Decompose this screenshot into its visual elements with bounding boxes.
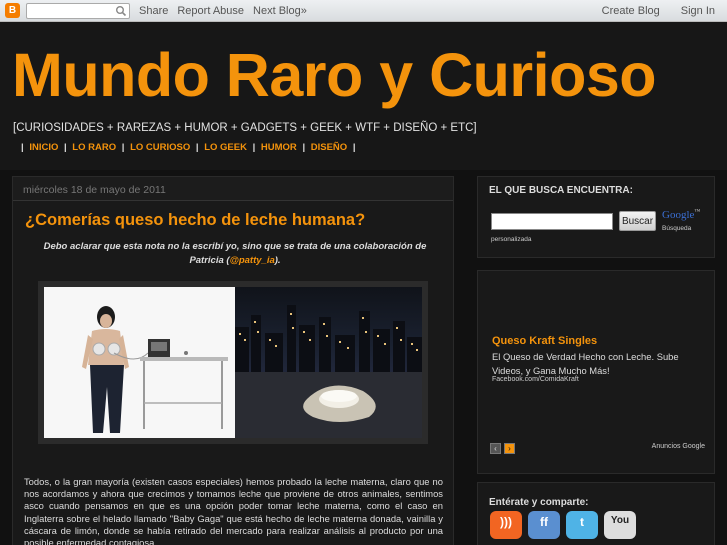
rss-icon[interactable]: ))) — [490, 511, 522, 539]
blogger-navbar: B Share Report Abuse Next Blog» Create B… — [0, 0, 727, 22]
main-post-column: miércoles 18 de mayo de 2011 ¿Comerías q… — [12, 176, 454, 545]
search-button[interactable]: Buscar — [619, 211, 656, 231]
nav-link-lo-curioso[interactable]: LO CURIOSO — [130, 142, 190, 153]
nav-separator: | — [63, 142, 67, 153]
woman-pumping-photo — [44, 287, 235, 438]
navbar-share-link[interactable]: Share — [139, 5, 168, 17]
search-widget-title: EL QUE BUSCA ENCUENTRA: — [489, 185, 633, 196]
nav-separator: | — [302, 142, 306, 153]
post-body-text: Todos, o la gran mayoría (existen casos … — [24, 476, 443, 545]
post-intro: Debo aclarar que esta nota no la escribí… — [35, 240, 435, 268]
nav-link-inicio[interactable]: INICIO — [29, 142, 58, 153]
search-icon[interactable] — [115, 5, 127, 17]
google-logo: Google™ — [662, 209, 701, 221]
ad-description[interactable]: El Queso de Verdad Hecho con Leche. Sube… — [492, 350, 692, 378]
author-handle-link[interactable]: @patty_ia — [230, 255, 275, 266]
navbar-report-abuse-link[interactable]: Report Abuse — [177, 5, 244, 17]
youtube-icon[interactable]: You — [604, 511, 636, 539]
blog-title[interactable]: Mundo Raro y Curioso — [12, 40, 657, 110]
ad-next-button[interactable]: › — [504, 443, 515, 454]
top-navigation: | INICIO | LO RARO | LO CURIOSO | LO GEE… — [18, 142, 359, 153]
twitter-icon[interactable]: t — [566, 511, 598, 539]
ad-widget: Queso Kraft Singles El Queso de Verdad H… — [477, 270, 715, 474]
post-image[interactable] — [38, 281, 428, 444]
post-title[interactable]: ¿Comerías queso hecho de leche humana? — [25, 211, 365, 230]
blogger-logo-icon[interactable]: B — [5, 3, 20, 18]
blog-header: Mundo Raro y Curioso [CURIOSIDADES + RAR… — [0, 22, 727, 170]
nav-separator: | — [252, 142, 256, 153]
share-widget: Entérate y comparte: ))) ff t You — [477, 482, 715, 545]
nav-link-lo-geek[interactable]: LO GEEK — [204, 142, 247, 153]
ad-title-link[interactable]: Queso Kraft Singles — [492, 335, 597, 347]
search-widget: EL QUE BUSCA ENCUENTRA: Buscar Google™ B… — [477, 176, 715, 258]
nav-link-humor[interactable]: HUMOR — [261, 142, 297, 153]
share-widget-title: Entérate y comparte: — [489, 497, 589, 508]
navbar-create-blog-link[interactable]: Create Blog — [602, 5, 660, 17]
google-search-label: Búsqueda — [662, 225, 692, 232]
ad-url[interactable]: Facebook.com/ComidaKraft — [492, 376, 579, 383]
post-date: miércoles 18 de mayo de 2011 — [13, 177, 453, 201]
ads-by-google-link[interactable]: Anuncios Google — [652, 443, 705, 450]
friendfeed-icon[interactable]: ff — [528, 511, 560, 539]
post-intro-end: ). — [274, 255, 281, 266]
nav-separator: | — [21, 142, 24, 153]
ad-prev-button[interactable]: ‹ — [490, 443, 501, 454]
blog-description: [CURIOSIDADES + RAREZAS + HUMOR + GADGET… — [13, 122, 477, 134]
nav-link-lo-raro[interactable]: LO RARO — [72, 142, 116, 153]
google-logo-text: Google — [662, 209, 695, 221]
nav-separator: | — [121, 142, 125, 153]
nav-link-diseno[interactable]: DISEÑO — [311, 142, 347, 153]
navbar-sign-in-link[interactable]: Sign In — [681, 5, 715, 17]
personalized-label: personalizada — [491, 236, 532, 243]
nav-separator: | — [195, 142, 199, 153]
city-cheese-photo — [235, 287, 422, 438]
custom-search-input[interactable] — [491, 213, 613, 230]
navbar-search-input[interactable] — [27, 3, 129, 18]
navbar-search-field[interactable] — [26, 2, 130, 19]
navbar-next-blog-link[interactable]: Next Blog» — [253, 5, 307, 17]
nav-separator: | — [352, 142, 356, 153]
